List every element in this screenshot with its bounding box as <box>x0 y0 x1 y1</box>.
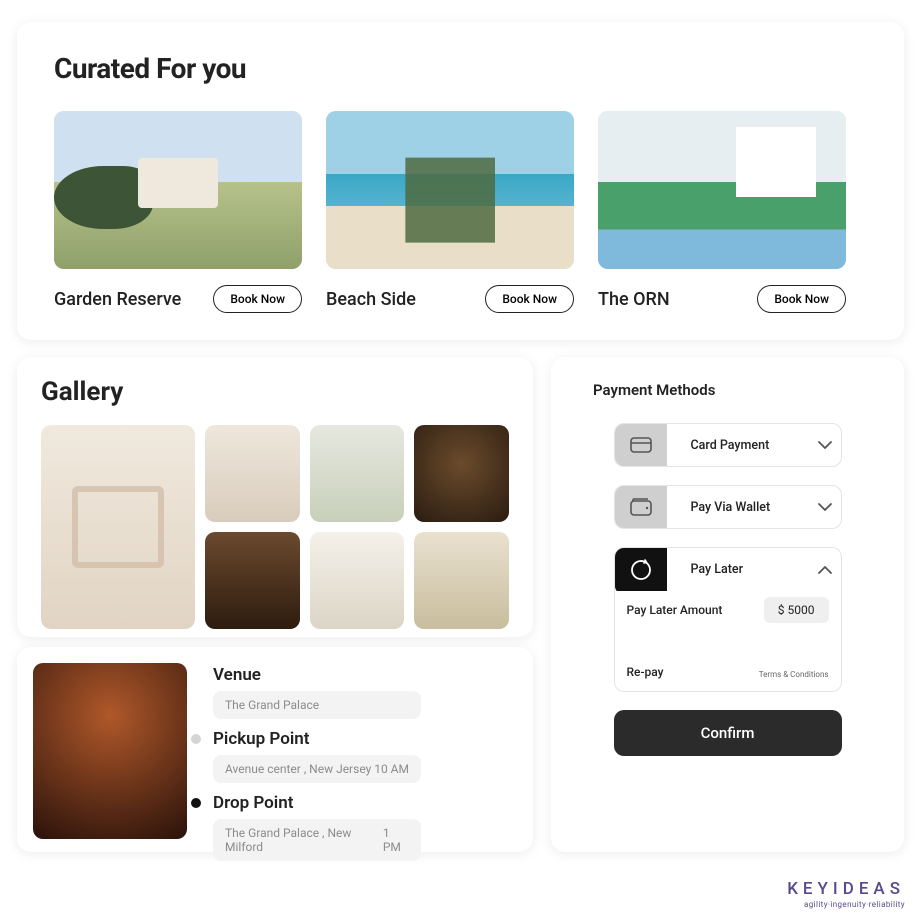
venue-fields: Venue The Grand Palace Pickup Point Aven… <box>213 663 509 836</box>
card-icon <box>615 423 667 467</box>
gallery-thumb[interactable] <box>310 425 405 522</box>
book-now-button[interactable]: Book Now <box>485 285 574 313</box>
drop-time: 1 PM <box>383 826 409 854</box>
venue-section: Venue The Grand Palace Pickup Point Aven… <box>17 647 533 852</box>
gallery-thumb[interactable] <box>205 425 300 522</box>
curated-image-garden[interactable] <box>54 111 302 269</box>
drop-row: Drop Point The Grand Palace , New Milfor… <box>213 793 509 861</box>
wallet-icon <box>615 485 667 529</box>
pay-later-amount-value: $ 5000 <box>764 597 829 623</box>
venue-row: Venue The Grand Palace <box>213 665 509 719</box>
brand-tagline: agility·ingenuity·reliability <box>787 900 905 909</box>
gallery-heading: Gallery <box>41 377 509 407</box>
brand-footer: KEYIDEAS agility·ingenuity·reliability <box>787 879 905 909</box>
book-now-button[interactable]: Book Now <box>213 285 302 313</box>
pickup-input[interactable]: Avenue center , New Jersey 10 AM <box>213 755 421 783</box>
curated-image-orn[interactable] <box>598 111 846 269</box>
venue-image[interactable] <box>33 663 187 839</box>
pickup-dot-icon <box>191 734 201 744</box>
venue-label: Venue <box>213 665 261 685</box>
gallery-section: Gallery <box>17 357 533 637</box>
curated-title: Beach Side <box>326 289 416 310</box>
confirm-button[interactable]: Confirm <box>614 710 842 756</box>
curated-heading: Curated For you <box>54 52 867 85</box>
curated-row: Garden Reserve Book Now Beach Side Book … <box>54 111 867 313</box>
drop-input[interactable]: The Grand Palace , New Milford 1 PM <box>213 819 421 861</box>
payment-method-label: Card Payment <box>667 438 809 453</box>
payment-method-label: Pay Later <box>667 562 809 577</box>
pickup-row: Pickup Point Avenue center , New Jersey … <box>213 729 509 783</box>
gallery-feature-image[interactable] <box>41 425 195 629</box>
payment-method-wallet[interactable]: Pay Via Wallet <box>614 485 842 529</box>
chevron-down-icon <box>809 441 841 449</box>
brand-name: KEYIDEAS <box>787 879 905 899</box>
curated-item-garden: Garden Reserve Book Now <box>54 111 302 313</box>
pickup-value: Avenue center , New Jersey <box>225 762 371 776</box>
payment-section: Payment Methods Card Payment Pay Via Wal… <box>551 357 904 852</box>
curated-item-orn: The ORN Book Now <box>598 111 846 313</box>
pay-later-panel: Pay Later Amount $ 5000 Re-pay Terms & C… <box>614 583 842 692</box>
drop-value: The Grand Palace , New Milford <box>225 826 383 854</box>
curated-title: The ORN <box>598 289 670 310</box>
terms-link[interactable]: Terms & Conditions <box>759 670 829 679</box>
curated-image-beach[interactable] <box>326 111 574 269</box>
drop-dot-icon <box>191 798 201 808</box>
chevron-up-icon <box>809 566 841 574</box>
pay-later-icon <box>615 547 667 591</box>
curated-item-beach: Beach Side Book Now <box>326 111 574 313</box>
venue-value: The Grand Palace <box>225 698 319 712</box>
gallery-thumb[interactable] <box>414 425 509 522</box>
gallery-thumbnails <box>205 425 509 629</box>
venue-input[interactable]: The Grand Palace <box>213 691 421 719</box>
chevron-down-icon <box>809 503 841 511</box>
gallery-thumb[interactable] <box>310 532 405 629</box>
gallery-thumb[interactable] <box>414 532 509 629</box>
curated-title: Garden Reserve <box>54 289 181 310</box>
payment-method-card[interactable]: Card Payment <box>614 423 842 467</box>
gallery-thumb[interactable] <box>205 532 300 629</box>
payment-heading: Payment Methods <box>593 381 874 399</box>
book-now-button[interactable]: Book Now <box>757 285 846 313</box>
pay-later-amount-label: Pay Later Amount <box>627 603 723 617</box>
pickup-time: 10 AM <box>374 762 409 776</box>
curated-section: Curated For you Garden Reserve Book Now … <box>17 22 904 340</box>
pickup-label: Pickup Point <box>213 729 309 749</box>
drop-label: Drop Point <box>213 793 293 813</box>
gallery-grid <box>41 425 509 629</box>
payment-method-label: Pay Via Wallet <box>667 500 809 515</box>
repay-link[interactable]: Re-pay <box>627 665 664 679</box>
